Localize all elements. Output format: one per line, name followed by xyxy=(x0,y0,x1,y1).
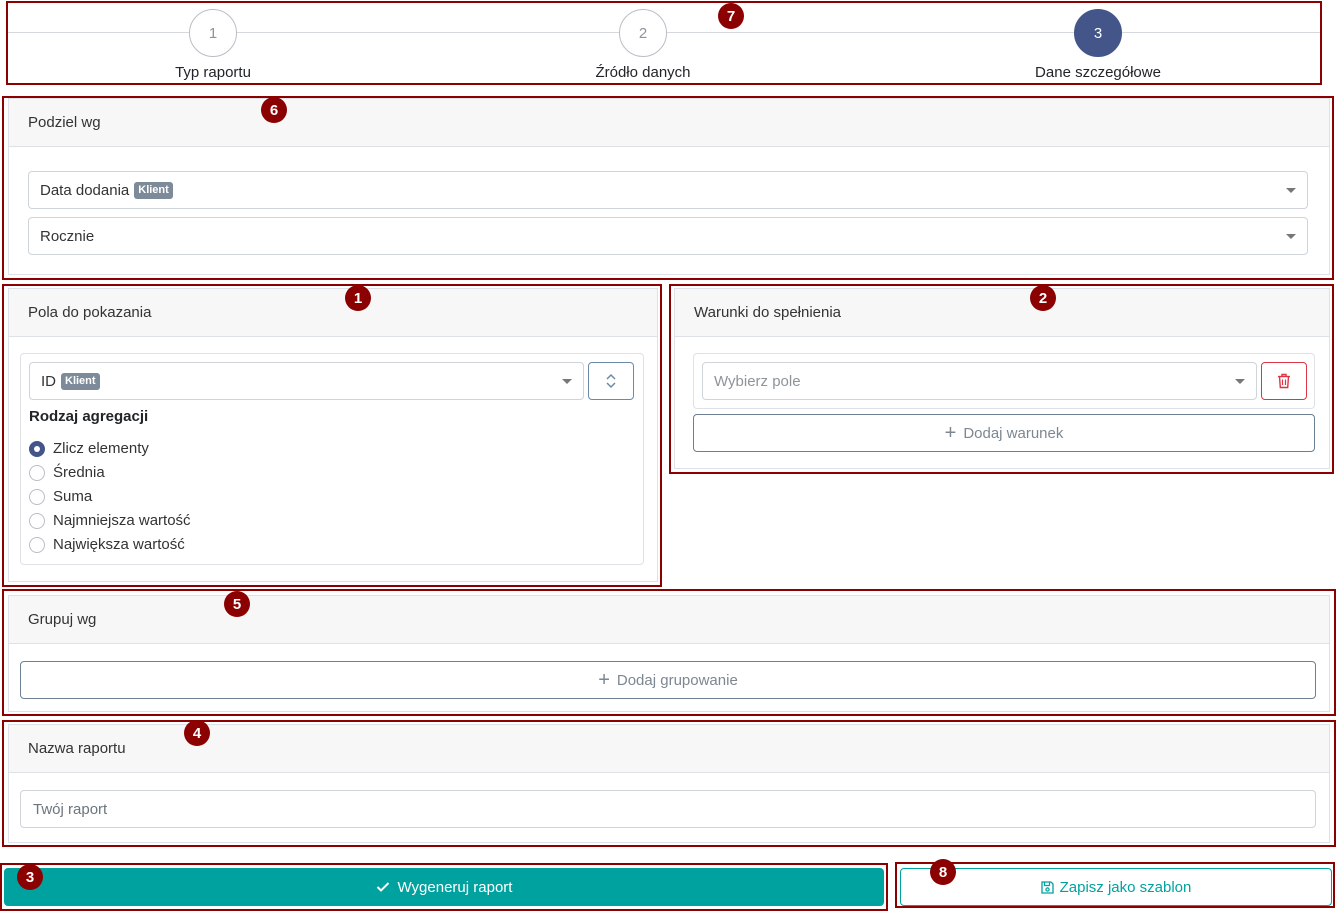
radio-icon[interactable] xyxy=(29,464,45,481)
fields-card: Pola do pokazania ID Klient Rodzaj agreg… xyxy=(8,288,658,582)
chevron-down-icon xyxy=(1286,234,1296,239)
step-1-circle: 1 xyxy=(189,9,237,57)
generate-report-button[interactable]: Wygeneruj raport xyxy=(4,868,884,906)
radio-icon[interactable] xyxy=(29,488,45,505)
group-by-title: Grupuj wg xyxy=(9,596,1329,644)
annotation-badge-8: 8 xyxy=(930,859,956,885)
annotation-badge-5: 5 xyxy=(224,591,250,617)
fields-title: Pola do pokazania xyxy=(9,289,657,337)
trash-icon xyxy=(1278,373,1290,389)
radio-icon[interactable] xyxy=(29,536,45,553)
step-2-label: Źródło danych xyxy=(595,64,691,81)
add-grouping-button[interactable]: + Dodaj grupowanie xyxy=(20,661,1316,699)
step-2-circle: 2 xyxy=(619,9,667,57)
field-box: ID Klient Rodzaj agregacji Zlicz element… xyxy=(20,353,644,565)
save-template-label: Zapisz jako szablon xyxy=(1059,878,1192,896)
aggregation-option-max[interactable]: Największa wartość xyxy=(29,536,185,553)
step-3-label: Dane szczegółowe xyxy=(1035,64,1161,81)
condition-field-select[interactable]: Wybierz pole xyxy=(702,362,1257,400)
save-template-button[interactable]: Zapisz jako szablon xyxy=(900,868,1332,906)
plus-icon: + xyxy=(944,422,957,444)
split-by-period-select[interactable]: Rocznie xyxy=(28,217,1308,255)
delete-condition-button[interactable] xyxy=(1261,362,1307,400)
chevron-down-icon xyxy=(562,379,572,384)
add-condition-label: Dodaj warunek xyxy=(963,424,1064,442)
step-3-circle: 3 xyxy=(1074,9,1122,57)
aggregation-option-label: Suma xyxy=(53,488,93,505)
conditions-card: Warunki do spełnienia Wybierz pole + Dod… xyxy=(674,288,1330,469)
conditions-title: Warunki do spełnienia xyxy=(675,289,1329,337)
group-by-card: Grupuj wg + Dodaj grupowanie xyxy=(8,595,1330,712)
aggregation-title: Rodzaj agregacji xyxy=(29,408,149,425)
split-by-period-value: Rocznie xyxy=(40,227,95,245)
annotation-badge-6: 6 xyxy=(261,97,287,123)
report-name-input[interactable] xyxy=(20,790,1316,828)
stepper: 1 Typ raportu 2 Źródło danych 3 Dane szc… xyxy=(6,2,1322,84)
check-icon xyxy=(376,882,389,892)
step-2[interactable]: 2 Źródło danych xyxy=(543,9,743,81)
radio-icon[interactable] xyxy=(29,512,45,529)
aggregation-option-average[interactable]: Średnia xyxy=(29,464,105,481)
add-condition-button[interactable]: + Dodaj warunek xyxy=(693,414,1315,452)
aggregation-option-sum[interactable]: Suma xyxy=(29,488,92,505)
split-by-field-tag: Klient xyxy=(134,181,173,199)
step-1-label: Typ raportu xyxy=(175,64,251,81)
aggregation-option-label: Zlicz elementy xyxy=(53,440,149,457)
generate-report-label: Wygeneruj raport xyxy=(397,878,513,896)
field-tag: Klient xyxy=(61,372,100,390)
chevron-down-icon xyxy=(1286,188,1296,193)
annotation-badge-3: 3 xyxy=(17,864,43,890)
step-1[interactable]: 1 Typ raportu xyxy=(113,9,313,81)
condition-box: Wybierz pole xyxy=(693,353,1315,409)
annotation-badge-7: 7 xyxy=(718,3,744,29)
field-value: ID xyxy=(41,372,56,390)
condition-field-placeholder: Wybierz pole xyxy=(714,372,801,390)
aggregation-option-label: Największa wartość xyxy=(53,536,185,553)
split-by-field-value: Data dodania xyxy=(40,181,130,199)
split-by-card: Podziel wg Data dodania Klient Rocznie xyxy=(8,98,1330,275)
step-3[interactable]: 3 Dane szczegółowe xyxy=(998,9,1198,81)
plus-icon: + xyxy=(598,669,610,691)
split-by-field-select[interactable]: Data dodania Klient xyxy=(28,171,1308,209)
annotation-badge-2: 2 xyxy=(1030,285,1056,311)
add-grouping-label: Dodaj grupowanie xyxy=(616,671,738,689)
annotation-badge-1: 1 xyxy=(345,285,371,311)
radio-icon[interactable] xyxy=(29,440,45,457)
aggregation-option-count[interactable]: Zlicz elementy xyxy=(29,440,149,457)
aggregation-option-label: Najmniejsza wartość xyxy=(53,512,191,529)
annotation-badge-4: 4 xyxy=(184,720,210,746)
field-select[interactable]: ID Klient xyxy=(29,362,584,400)
save-icon xyxy=(1040,880,1054,894)
sort-icon xyxy=(606,373,616,389)
reorder-button[interactable] xyxy=(588,362,634,400)
aggregation-option-label: Średnia xyxy=(53,464,105,481)
chevron-down-icon xyxy=(1235,379,1245,384)
aggregation-option-min[interactable]: Najmniejsza wartość xyxy=(29,512,191,529)
split-by-title: Podziel wg xyxy=(9,99,1329,147)
